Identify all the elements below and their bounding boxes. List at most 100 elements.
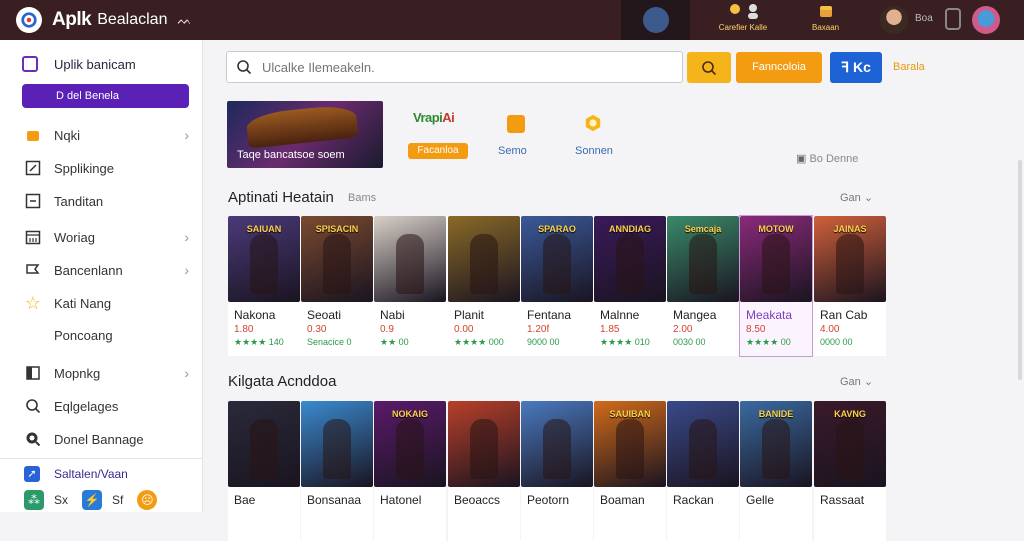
game-card[interactable]: SPISACIN Seoati 0.30 Senacice 0 [301,216,373,356]
game-title: Fentana [527,308,572,322]
game-title: Beoaccs [454,493,501,507]
game-card[interactable]: BANIDE Gelle [740,401,812,541]
blank-icon [24,326,42,344]
bolt-icon[interactable]: ⚡ [82,490,103,510]
car-illustration [245,103,359,149]
chevron-down-icon: ⌄ [863,376,874,388]
game-cover-image [374,216,446,302]
game-card[interactable]: Peotorn [521,401,593,541]
share-icon[interactable]: ⁂ [24,490,44,510]
game-cover-image [448,401,520,487]
cart-cluster[interactable]: Baxaan [812,2,839,32]
app-logo[interactable]: Aplk Bealaclan ᨓ [16,7,192,33]
tile-icon[interactable] [507,115,525,133]
sidebar-item-6[interactable]: Poncoang [24,326,189,344]
section-more-button[interactable]: Gan ⌄ [840,191,873,204]
game-card[interactable]: Nabi 0.9 ★★ 00 [374,216,446,356]
game-card[interactable]: JAINAS Ran Cab 4.00 0000 00 [814,216,886,356]
cover-caption: KAVNG [834,409,866,419]
app-name: Aplk [52,9,92,30]
promo-logo[interactable]: VrapiAi [413,110,455,125]
game-card[interactable]: Planit 0.00 ★★★★ 000 [448,216,520,356]
profile-avatar[interactable] [972,6,1000,34]
character-figure [250,234,278,294]
game-card[interactable]: Bae [228,401,300,541]
tile-label-sonnen[interactable]: Sonnen [575,145,613,157]
search-bar [226,51,683,83]
sidebar-header[interactable]: Uplik banicam [22,56,136,72]
sidebar-item-0[interactable]: Nqki › [24,126,189,144]
tile-label-semo[interactable]: Semo [498,145,527,157]
character-figure [470,419,498,479]
game-rating: ★★★★ 010 [600,337,650,347]
game-card[interactable]: Beoaccs [448,401,520,541]
media-button[interactable] [621,0,690,40]
library-icon [22,56,38,72]
user-avatar[interactable] [880,6,908,34]
blue-action-button[interactable]: ꟻ Kc [830,52,882,83]
search-input[interactable] [262,59,662,75]
sidebar-item-8[interactable]: Eqlgelages [24,397,189,415]
window-icon[interactable] [945,8,961,30]
game-rating: 9000 00 [527,337,560,347]
cover-caption: SAIUAN [246,224,282,234]
emoji-icon[interactable]: ☹ [137,490,158,510]
game-title: Bonsanaa [307,493,362,507]
sidebar-footer-row: ⁂ Sx ⚡ Sf ☹ [24,490,158,510]
character-figure [616,419,644,479]
sidebar-item-9[interactable]: Donel Bannage [24,430,189,448]
toolbar-link[interactable]: Barala [893,61,925,73]
sidebar-footer-title[interactable]: ➚ Saltalen/Vaan [24,466,128,482]
sidebar-item-4[interactable]: Bancenlann › [24,261,189,279]
game-cover-image: Semcaja [667,216,739,302]
footer-item-0[interactable]: Sx [54,493,68,507]
footer-item-1[interactable]: Sf [112,493,123,507]
character-figure [762,419,790,479]
game-card[interactable]: Bonsanaa [301,401,373,541]
game-card[interactable]: SAIUAN Nakona 1.80 ★★★★ 140 [228,216,300,356]
search-button[interactable] [687,52,731,83]
hero-right-link[interactable]: ▣ Bo Denne [796,152,858,165]
sidebar-item-7[interactable]: Mopnkg › [24,364,189,382]
game-card[interactable]: KAVNG Rassaat [814,401,886,541]
sidebar-item-1[interactable]: Spplikinge [24,159,189,177]
game-card[interactable]: SAUIBAN Boaman [594,401,666,541]
character-figure [396,419,424,479]
edit-icon [24,159,42,177]
user-group-icon [730,4,758,19]
sidebar-primary-button[interactable]: D del Benela [22,84,189,108]
chest-icon [819,6,832,17]
sidebar-item-label: Bancenlann [54,262,123,278]
game-card[interactable]: Rackan [667,401,739,541]
top-bar: Aplk Bealaclan ᨓ [0,0,1024,40]
sidebar-item-2[interactable]: Tanditan [24,192,189,210]
game-cover-image: NOKAIG [374,401,446,487]
scrollbar[interactable] [1018,160,1022,380]
promo-pill-button[interactable]: Facanloa [408,143,468,159]
sidebar-item-label: Mopnkg [54,365,101,381]
chevron-right-icon: › [184,229,189,245]
sidebar-item-3[interactable]: Woriag › [24,228,189,246]
game-title: Planit [454,308,485,322]
user-text: Boa [915,13,933,24]
section-more-button[interactable]: Gan ⌄ [840,375,873,388]
game-rating: ★★★★ 140 [234,337,284,347]
coin-icon[interactable] [584,114,602,132]
game-card[interactable]: ANNDIAG Malnne 1.85 ★★★★ 010 [594,216,666,356]
orange-action-button[interactable]: Fanncoloia [736,52,822,83]
sidebar-item-label: Woriag [54,229,95,245]
game-card[interactable]: MOTOW Meakata 8.50 ★★★★ 00 [739,215,813,357]
game-card[interactable]: SPARAO Fentana 1.20f 9000 00 [521,216,593,356]
sidebar-item-5[interactable]: ☆ Kati Nang [24,293,189,313]
calendar-icon [24,228,42,246]
cluster-label: Carefier Kalle [718,23,768,32]
hero-banner[interactable]: Taqe bancatsoe soem [227,101,383,168]
character-figure [762,234,790,294]
game-title: Mangea [673,308,717,322]
game-card[interactable]: NOKAIG Hatonel [374,401,446,541]
character-figure [323,234,351,294]
game-title: Gelle [746,493,775,507]
game-card[interactable]: Semcaja Mangea 2.00 0030 00 [667,216,739,356]
footer-title-label: Saltalen/Vaan [54,467,128,481]
notifications-cluster[interactable]: Carefier Kalle [713,2,773,32]
